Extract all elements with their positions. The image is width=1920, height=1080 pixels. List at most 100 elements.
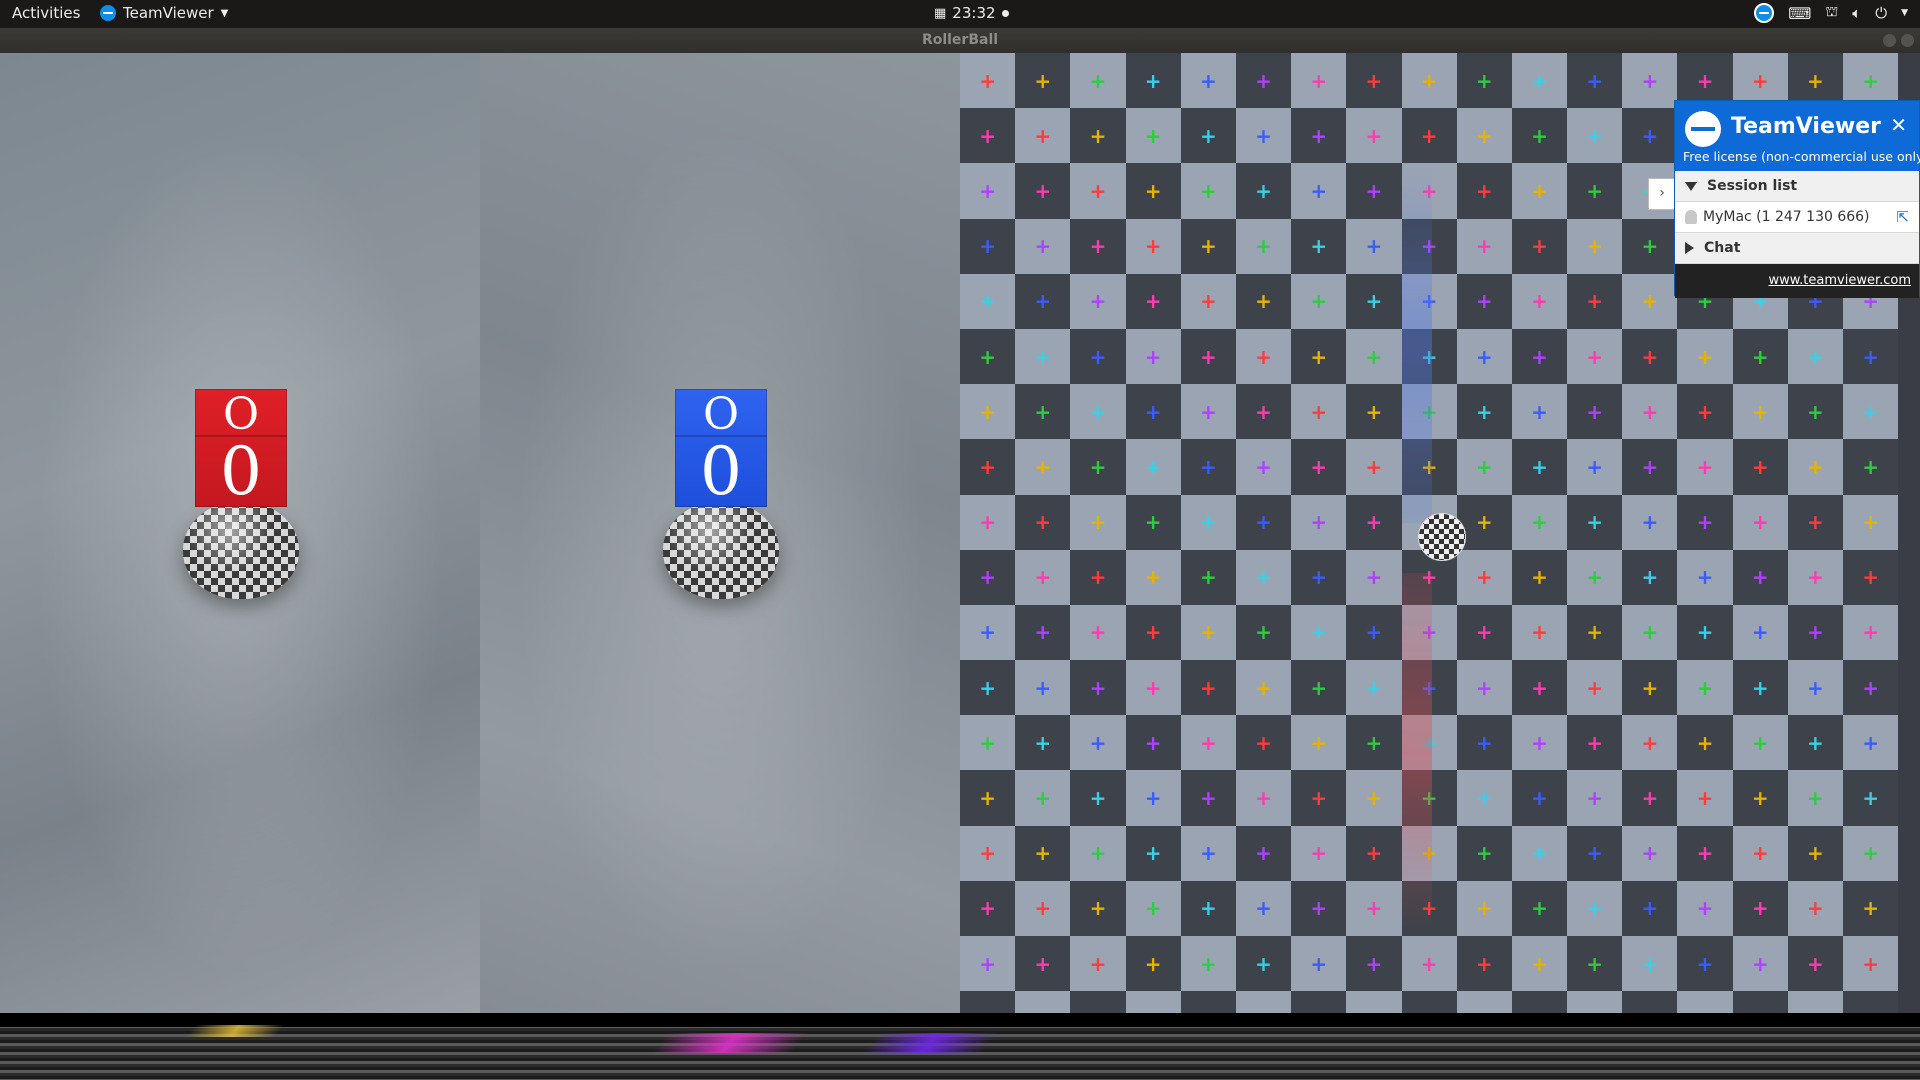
floor-tile: + [1291, 549, 1347, 605]
chevron-down-icon[interactable]: ▼ [1901, 8, 1908, 18]
plus-marker-icon: + [979, 841, 996, 866]
floor-tile: + [1235, 715, 1292, 771]
plus-marker-icon: + [1475, 454, 1493, 479]
plus-marker-icon: + [1862, 841, 1879, 866]
plus-marker-icon: + [1696, 399, 1714, 424]
minimize-button[interactable] [1883, 34, 1896, 47]
plus-marker-icon: + [1144, 234, 1162, 259]
plus-marker-icon: + [1531, 344, 1548, 369]
player-two-score: 0 [700, 433, 742, 510]
floor-tile: + [1125, 108, 1181, 164]
session-list-header[interactable]: Session list [1675, 171, 1919, 202]
floor-tile: + [1291, 715, 1347, 771]
plus-marker-icon: + [1255, 510, 1272, 535]
plus-marker-icon: + [1751, 951, 1769, 976]
floor-tile: + [1456, 604, 1512, 661]
plus-marker-icon: + [979, 123, 996, 148]
plus-marker-icon: + [1144, 675, 1162, 700]
floor-tile: + [1732, 439, 1788, 495]
floor-tile: + [1511, 825, 1568, 881]
overhead-ball [1418, 513, 1466, 561]
plus-marker-icon: + [1807, 510, 1824, 535]
floor-tile: + [1456, 163, 1512, 219]
floor-tile: + [1346, 549, 1402, 605]
plus-marker-icon: + [1475, 951, 1493, 976]
floor-tile: + [1070, 108, 1126, 164]
keyboard-icon[interactable]: ⌨ [1788, 4, 1811, 23]
floor-tile: + [1070, 880, 1126, 936]
floor-tile: + [1843, 770, 1899, 826]
floor-tile: + [1346, 494, 1402, 550]
floor-tile: + [1070, 273, 1126, 329]
floor-tile: + [1787, 991, 1843, 1013]
plus-marker-icon: + [1144, 510, 1162, 535]
plus-marker-icon: + [1751, 565, 1769, 590]
power-icon[interactable]: ⏻ [1875, 4, 1887, 22]
floor-tile: + [1456, 384, 1512, 440]
floor-tile: + [1291, 660, 1347, 716]
plus-marker-icon: + [1199, 786, 1217, 811]
floor-tile: + [1070, 218, 1126, 274]
clock[interactable]: ▦ 23:32 [934, 4, 1009, 22]
plus-marker-icon: + [1255, 178, 1272, 203]
clock-time: 23:32 [952, 4, 996, 22]
floor-tile: + [1125, 660, 1181, 716]
floor-tile: + [1180, 604, 1236, 661]
floor-tile: + [1125, 880, 1181, 936]
session-list-item[interactable]: MyMac (1 247 130 666) ⇱ [1675, 202, 1919, 233]
floor-tile: + [1015, 439, 1071, 495]
close-window-button[interactable] [1901, 34, 1914, 47]
plus-marker-icon: + [1144, 620, 1162, 645]
volume-icon[interactable]: 🔈︎ [1852, 4, 1861, 22]
plus-marker-icon: + [1255, 234, 1272, 259]
plus-marker-icon: + [1475, 68, 1493, 93]
teamviewer-panel-collapse-tab[interactable]: › [1648, 178, 1675, 210]
plus-marker-icon: + [1531, 620, 1548, 645]
window-titlebar[interactable]: RollerBall [0, 28, 1920, 53]
remote-control-icon[interactable]: ⇱ [1896, 208, 1909, 226]
floor-tile: + [1567, 715, 1623, 771]
plus-marker-icon: + [979, 620, 996, 645]
floor-tile: + [1456, 825, 1512, 881]
plus-marker-icon: + [1199, 289, 1217, 314]
plus-marker-icon: + [1807, 951, 1824, 976]
teamviewer-link[interactable]: www.teamviewer.com [1768, 273, 1911, 288]
plus-marker-icon: + [1696, 344, 1714, 369]
floor-tile: + [1622, 549, 1678, 605]
floor-tile: + [1235, 660, 1292, 716]
activities-button[interactable]: Activities [12, 4, 80, 22]
plus-marker-icon: + [1089, 289, 1107, 314]
floor-tile: + [1677, 936, 1733, 992]
plus-marker-icon: + [1751, 675, 1769, 700]
floor-tile: + [1291, 770, 1347, 826]
plus-marker-icon: + [1310, 896, 1328, 921]
floor-tile: + [1180, 991, 1236, 1013]
plus-marker-icon: + [1641, 454, 1659, 479]
player-one-view: O 0 [0, 53, 480, 1013]
floor-tile: + [1401, 936, 1457, 992]
floor-tile: + [1567, 991, 1623, 1013]
teamviewer-tray-icon[interactable] [1754, 3, 1775, 23]
chevron-down-icon: ▼ [220, 7, 229, 19]
chat-header[interactable]: Chat [1675, 233, 1919, 264]
floor-tile: + [1843, 549, 1899, 605]
plus-marker-icon: + [1255, 565, 1272, 590]
network-icon[interactable]: ⛫ [1825, 4, 1838, 22]
game-viewport[interactable]: O 0 O 0 + + + + + + + + + + + + + + + + + + + + + + + + + + + + + + + +… [0, 53, 1920, 1013]
plus-marker-icon: + [1586, 841, 1604, 866]
app-menu[interactable]: TeamViewer ▼ [100, 4, 228, 22]
close-icon[interactable]: ✕ [1890, 113, 1907, 137]
plus-marker-icon: + [1586, 786, 1604, 811]
plus-marker-icon: + [1586, 68, 1604, 93]
plus-marker-icon: + [1586, 123, 1604, 148]
plus-marker-icon: + [1696, 951, 1714, 976]
plus-marker-icon: + [1365, 178, 1383, 203]
plus-marker-icon: + [1034, 344, 1052, 369]
plus-marker-icon: + [1310, 951, 1328, 976]
floor-tile: + [1567, 494, 1623, 550]
plus-marker-icon: + [1420, 68, 1438, 93]
plus-marker-icon: + [1807, 565, 1824, 590]
floor-tile: + [1291, 494, 1347, 550]
floor-tile: + [1622, 604, 1678, 661]
floor-tile: + [1511, 494, 1568, 550]
